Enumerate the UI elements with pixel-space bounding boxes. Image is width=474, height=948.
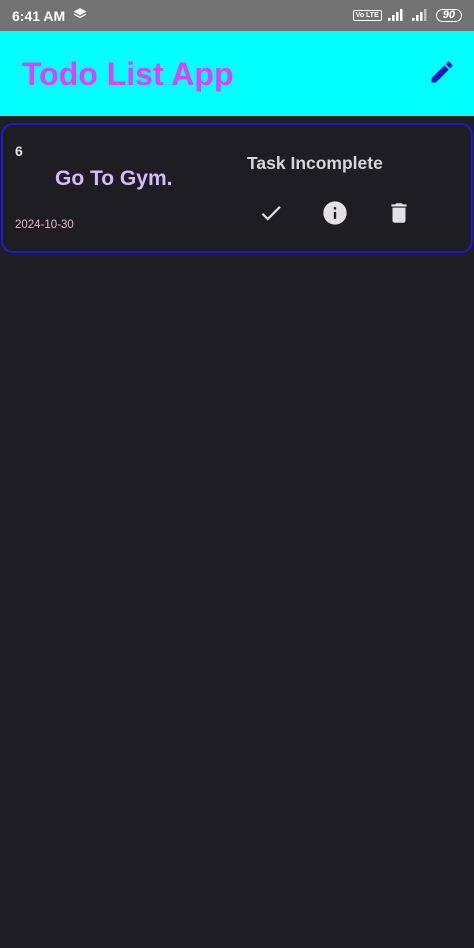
battery-icon: 90 [435, 9, 462, 22]
delete-icon [386, 200, 412, 231]
app-title: Todo List App [22, 56, 234, 92]
task-id: 6 [15, 143, 23, 159]
signal-icon-2 [411, 8, 430, 24]
task-title: Go To Gym. [55, 167, 173, 190]
mark-complete-button[interactable] [257, 201, 285, 229]
battery-level: 90 [435, 9, 462, 22]
layers-icon [73, 7, 87, 24]
signal-icon [387, 8, 406, 24]
status-bar: 6:41 AM Vo LTE 90 [0, 0, 474, 31]
volte-icon: Vo LTE [352, 10, 382, 21]
check-icon [258, 200, 284, 231]
info-icon [321, 199, 349, 232]
pencil-icon [428, 58, 456, 91]
task-status: Task Incomplete [247, 153, 383, 173]
task-date: 2024-10-30 [15, 219, 74, 231]
status-indicators: Vo LTE 90 [352, 8, 462, 24]
delete-task-button[interactable] [385, 201, 413, 229]
task-info-button[interactable] [321, 199, 349, 232]
app-bar: Todo List App [0, 31, 474, 116]
task-card[interactable]: 6 Go To Gym. 2024-10-30 Task Incomplete [1, 123, 473, 253]
edit-button[interactable] [426, 59, 458, 91]
status-time: 6:41 AM [12, 7, 66, 24]
